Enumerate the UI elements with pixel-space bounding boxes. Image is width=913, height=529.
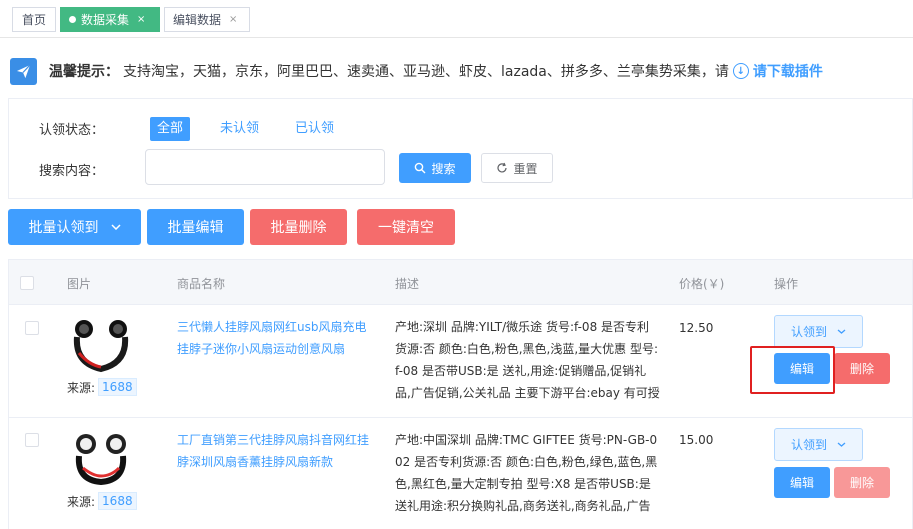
paper-plane-icon (10, 57, 37, 85)
close-icon[interactable]: × (137, 14, 145, 25)
column-actions: 操作 (774, 277, 799, 291)
batch-claim-button[interactable]: 批量认领到 (8, 209, 141, 245)
search-icon (415, 162, 426, 174)
column-image: 图片 (67, 277, 92, 291)
chevron-down-icon (837, 327, 846, 337)
source-label: 来源: (67, 494, 96, 509)
product-description: 产地:深圳 品牌:YILT/微乐途 货号:f-08 是否专利货源:否 颜色:白色… (395, 320, 660, 400)
reset-button[interactable]: 重置 (481, 153, 553, 183)
source-badge: 1688 (98, 378, 137, 396)
edit-button-highlight (750, 346, 835, 394)
search-button-label: 搜索 (431, 161, 456, 176)
close-icon[interactable]: × (229, 14, 237, 25)
row-checkbox[interactable] (25, 321, 39, 335)
status-label: 认领状态： (39, 123, 105, 138)
search-input[interactable] (145, 149, 385, 185)
tab-home[interactable]: 首页 (12, 7, 56, 32)
tab-data-collection-label: 数据采集 (81, 13, 130, 27)
claim-to-label: 认领到 (790, 325, 827, 339)
delete-button[interactable]: 删除 (834, 467, 890, 498)
search-label: 搜索内容： (39, 164, 105, 179)
product-price: 12.50 (679, 321, 714, 335)
product-price: 15.00 (679, 433, 714, 447)
status-option-claimed[interactable]: 已认领 (288, 117, 341, 141)
column-desc: 描述 (395, 277, 420, 291)
source-badge: 1688 (98, 492, 137, 510)
tab-edit-data-label: 编辑数据 (173, 13, 222, 27)
tab-data-collection[interactable]: 数据采集 × (60, 7, 160, 32)
product-name-link[interactable]: 工厂直销第三代挂脖风扇抖音网红挂脖深圳风扇香薰挂脖风扇新款 (177, 429, 373, 473)
download-plugin-link[interactable]: ↓ 请下载插件 (732, 61, 823, 81)
filter-panel: 认领状态： 全部 未认领 已认领 搜索内容： 搜索 重置 (8, 98, 913, 199)
tip-banner: 温馨提示： 支持淘宝，天猫，京东，阿里巴巴、速卖通、亚马逊、虾皮、lazada、… (10, 56, 823, 86)
product-name-link[interactable]: 三代懒人挂脖风扇网红usb风扇充电挂脖子迷你小风扇运动创意风扇 (177, 316, 373, 360)
column-name: 商品名称 (177, 277, 226, 291)
active-dot-icon (69, 16, 76, 23)
product-thumbnail[interactable] (71, 428, 131, 488)
chevron-down-icon (837, 440, 846, 450)
select-all-checkbox[interactable] (20, 276, 34, 290)
tab-home-label: 首页 (21, 13, 46, 27)
claim-to-select[interactable]: 认领到 (774, 315, 863, 348)
table-header: 图片 商品名称 描述 价格(￥) 操作 (9, 260, 912, 305)
source-label: 来源: (67, 380, 96, 395)
reset-button-label: 重置 (513, 161, 538, 176)
delete-button[interactable]: 删除 (834, 353, 890, 384)
product-table: 图片 商品名称 描述 价格(￥) 操作 来源: 1688 三代懒人挂脖风扇网红u… (8, 259, 913, 529)
product-source: 来源: 1688 (67, 492, 137, 510)
claim-to-select[interactable]: 认领到 (774, 428, 863, 461)
download-icon: ↓ (732, 63, 749, 79)
status-option-unclaimed[interactable]: 未认领 (213, 117, 266, 141)
product-source: 来源: 1688 (67, 378, 137, 396)
claim-to-label: 认领到 (790, 438, 827, 452)
column-price: 价格(￥) (679, 277, 725, 291)
clear-all-button[interactable]: 一键清空 (357, 209, 455, 245)
table-row: 来源: 1688 工厂直销第三代挂脖风扇抖音网红挂脖深圳风扇香薰挂脖风扇新款 产… (9, 418, 912, 529)
batch-claim-label: 批量认领到 (28, 220, 99, 236)
product-description: 产地:中国深圳 品牌:TMC GIFTEE 货号:PN-GB-002 是否专利货… (395, 433, 658, 513)
status-option-all[interactable]: 全部 (150, 117, 191, 141)
search-button[interactable]: 搜索 (399, 153, 471, 183)
tab-edit-data[interactable]: 编辑数据 × (164, 7, 250, 32)
batch-delete-button[interactable]: 批量删除 (250, 209, 347, 245)
tip-title: 温馨提示： (49, 64, 119, 80)
tip-text: 支持淘宝，天猫，京东，阿里巴巴、速卖通、亚马逊、虾皮、lazada、拼多多、兰亭… (123, 64, 729, 80)
refresh-icon (497, 162, 508, 173)
batch-edit-button[interactable]: 批量编辑 (147, 209, 244, 245)
row-checkbox[interactable] (25, 433, 39, 447)
download-plugin-label: 请下载插件 (752, 64, 823, 80)
chevron-down-icon (110, 224, 121, 230)
edit-button[interactable]: 编辑 (774, 467, 830, 498)
tab-bar: 首页 数据采集 × 编辑数据 × (0, 0, 913, 38)
product-thumbnail[interactable] (71, 315, 131, 375)
